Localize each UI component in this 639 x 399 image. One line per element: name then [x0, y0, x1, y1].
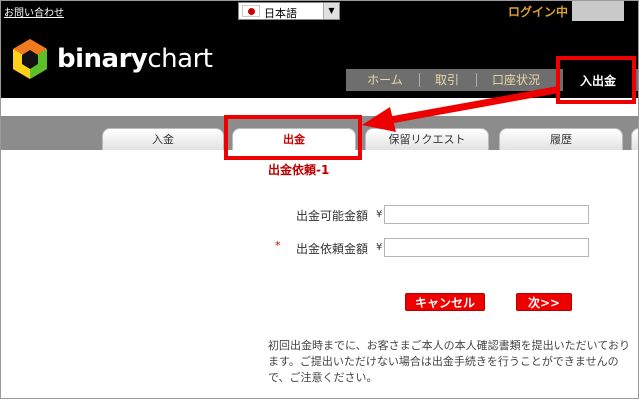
annotation-arrow	[362, 86, 560, 132]
